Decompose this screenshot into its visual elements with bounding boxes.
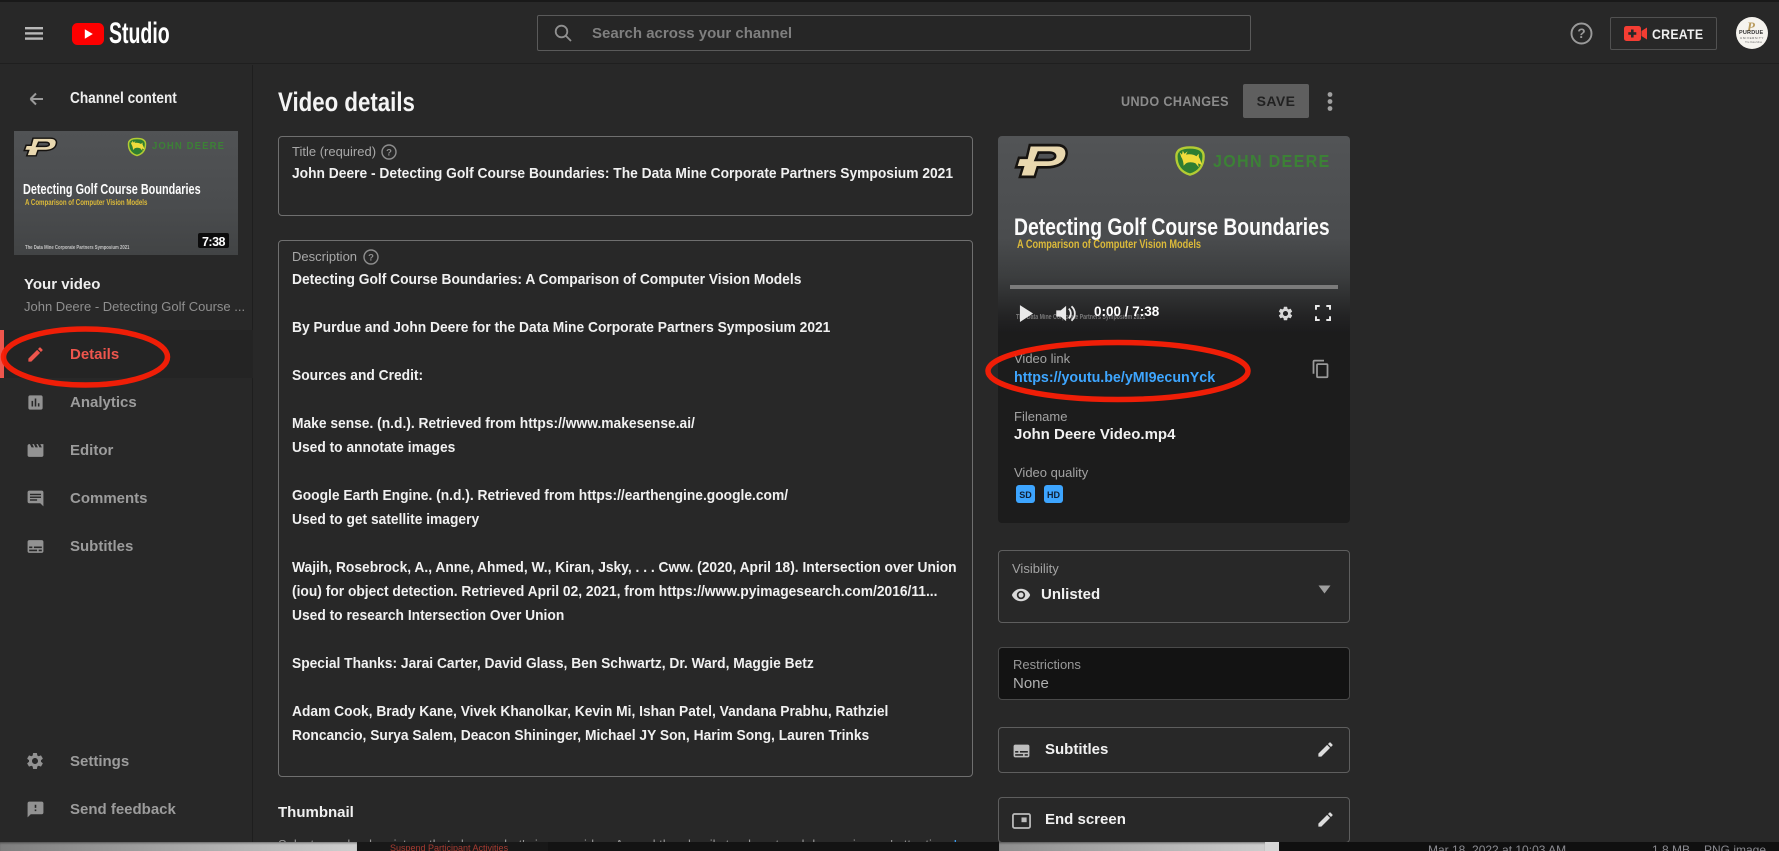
svg-text:?: ? xyxy=(368,252,374,263)
svg-text:?: ? xyxy=(1577,26,1585,41)
svg-text:?: ? xyxy=(386,147,392,158)
